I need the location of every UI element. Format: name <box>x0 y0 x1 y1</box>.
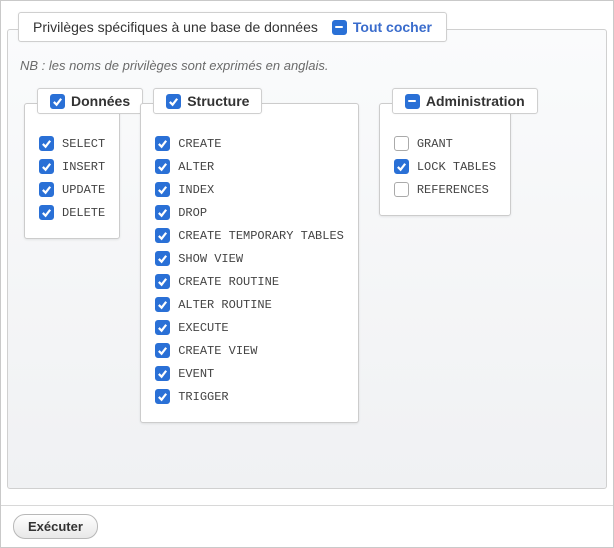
privilege-row[interactable]: SHOW VIEW <box>155 247 344 270</box>
privilege-columns: Données SELECT INSERT UPDATE DELETE Structure… <box>8 73 606 423</box>
privilege-label: ALTER <box>178 160 214 174</box>
privilege-row[interactable]: CREATE ROUTINE <box>155 270 344 293</box>
group-header-label: Structure <box>187 93 249 109</box>
panel-legend: Privilèges spécifiques à une base de don… <box>18 12 447 42</box>
privilege-checkbox-icon[interactable] <box>155 182 170 197</box>
group-header-checkbox-icon[interactable] <box>50 94 65 109</box>
privilege-label: UPDATE <box>62 183 105 197</box>
group-header[interactable]: Structure <box>153 88 262 114</box>
privilege-label: DELETE <box>62 206 105 220</box>
privilege-checkbox-icon[interactable] <box>155 251 170 266</box>
check-all-toggle[interactable]: Tout cocher <box>332 19 432 35</box>
privilege-checkbox-icon[interactable] <box>394 136 409 151</box>
privilege-row[interactable]: ALTER <box>155 155 344 178</box>
privilege-row[interactable]: DROP <box>155 201 344 224</box>
privilege-label: GRANT <box>417 137 453 151</box>
privilege-checkbox-icon[interactable] <box>155 228 170 243</box>
footer: Exécuter <box>1 505 613 547</box>
privilege-checkbox-icon[interactable] <box>39 136 54 151</box>
privilege-checkbox-icon[interactable] <box>155 136 170 151</box>
privilege-label: EXECUTE <box>178 321 228 335</box>
privilege-row[interactable]: EVENT <box>155 362 344 385</box>
privileges-panel: Privilèges spécifiques à une base de don… <box>7 29 607 489</box>
privilege-label: TRIGGER <box>178 390 228 404</box>
privilege-row[interactable]: DELETE <box>39 201 105 224</box>
privilege-label: EVENT <box>178 367 214 381</box>
privilege-checkbox-icon[interactable] <box>155 297 170 312</box>
privilege-label: ALTER ROUTINE <box>178 298 272 312</box>
group-header-checkbox-icon[interactable] <box>166 94 181 109</box>
group-header-label: Données <box>71 93 130 109</box>
privilege-checkbox-icon[interactable] <box>155 159 170 174</box>
privilege-checkbox-icon[interactable] <box>39 182 54 197</box>
privilege-group: AdministrationGRANTLOCK TABLESREFERENCES <box>379 103 511 216</box>
privilege-checkbox-icon[interactable] <box>155 389 170 404</box>
privilege-row[interactable]: CREATE <box>155 132 344 155</box>
privilege-checkbox-icon[interactable] <box>394 182 409 197</box>
check-all-label: Tout cocher <box>353 19 432 35</box>
privilege-checkbox-icon[interactable] <box>39 205 54 220</box>
privilege-label: INDEX <box>178 183 214 197</box>
privilege-checkbox-icon[interactable] <box>39 159 54 174</box>
privilege-label: DROP <box>178 206 207 220</box>
privilege-group: DonnéesSELECTINSERTUPDATEDELETE <box>24 103 120 239</box>
privilege-row[interactable]: INSERT <box>39 155 105 178</box>
group-header-label: Administration <box>426 93 525 109</box>
privilege-label: REFERENCES <box>417 183 489 197</box>
privilege-checkbox-icon[interactable] <box>155 205 170 220</box>
privilege-row[interactable]: CREATE VIEW <box>155 339 344 362</box>
privilege-label: CREATE VIEW <box>178 344 257 358</box>
privilege-row[interactable]: ALTER ROUTINE <box>155 293 344 316</box>
privilege-row[interactable]: EXECUTE <box>155 316 344 339</box>
privilege-label: LOCK TABLES <box>417 160 496 174</box>
group-header[interactable]: Données <box>37 88 143 114</box>
privilege-checkbox-icon[interactable] <box>155 320 170 335</box>
privilege-row[interactable]: UPDATE <box>39 178 105 201</box>
privilege-row[interactable]: CREATE TEMPORARY TABLES <box>155 224 344 247</box>
execute-button[interactable]: Exécuter <box>13 514 98 539</box>
privilege-row[interactable]: LOCK TABLES <box>394 155 496 178</box>
app-root: Privilèges spécifiques à une base de don… <box>0 0 614 548</box>
panel-title: Privilèges spécifiques à une base de don… <box>33 19 318 35</box>
privilege-row[interactable]: TRIGGER <box>155 385 344 408</box>
privilege-checkbox-icon[interactable] <box>155 366 170 381</box>
group-header-checkbox-icon[interactable] <box>405 94 420 109</box>
group-header[interactable]: Administration <box>392 88 538 114</box>
privilege-label: SHOW VIEW <box>178 252 243 266</box>
privilege-group: StructureCREATEALTERINDEXDROPCREATE TEMP… <box>140 103 359 423</box>
check-all-checkbox-icon[interactable] <box>332 20 347 35</box>
privilege-label: SELECT <box>62 137 105 151</box>
privilege-row[interactable]: SELECT <box>39 132 105 155</box>
privilege-label: INSERT <box>62 160 105 174</box>
privilege-row[interactable]: GRANT <box>394 132 496 155</box>
privilege-checkbox-icon[interactable] <box>155 343 170 358</box>
privilege-label: CREATE <box>178 137 221 151</box>
privilege-row[interactable]: REFERENCES <box>394 178 496 201</box>
privilege-label: CREATE ROUTINE <box>178 275 279 289</box>
privilege-checkbox-icon[interactable] <box>155 274 170 289</box>
privilege-row[interactable]: INDEX <box>155 178 344 201</box>
privilege-checkbox-icon[interactable] <box>394 159 409 174</box>
privilege-label: CREATE TEMPORARY TABLES <box>178 229 344 243</box>
